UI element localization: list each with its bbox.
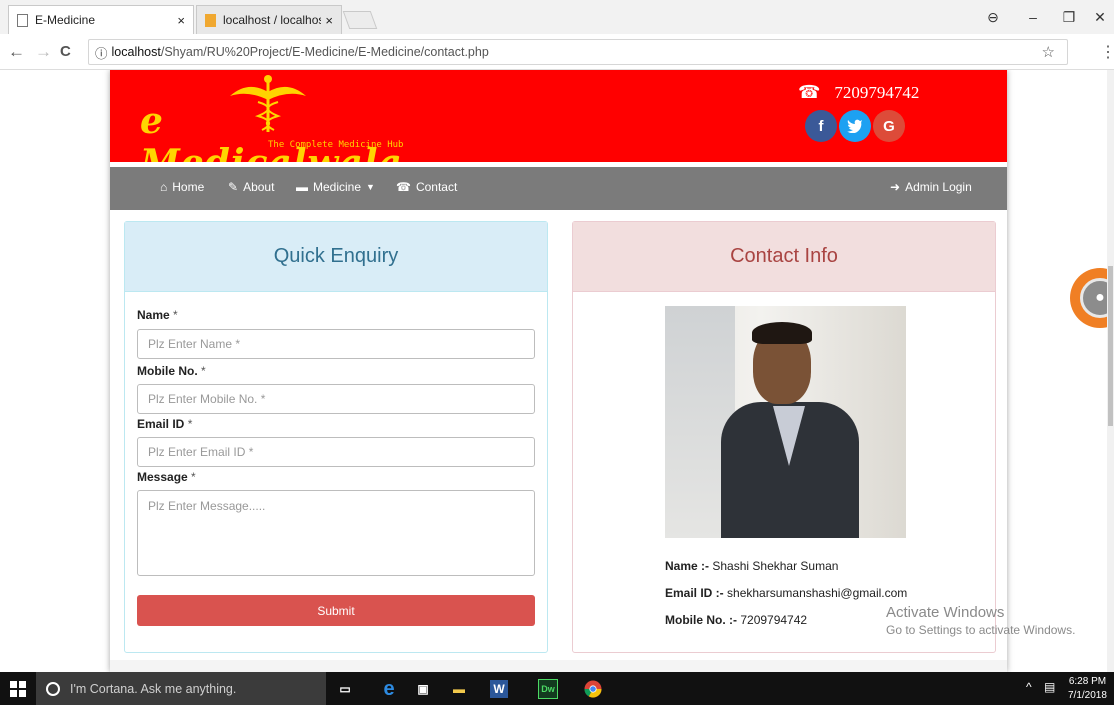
scrollbar-thumb[interactable] (1108, 266, 1113, 426)
site-info-icon[interactable]: ⓘ (95, 43, 108, 62)
contact-mobile: Mobile No. :- 7209794742 (665, 613, 808, 627)
nav-contact[interactable]: ☎ Contact (396, 180, 457, 194)
word-icon[interactable]: W (490, 680, 508, 698)
maximize-button[interactable]: ❐ (1054, 0, 1084, 34)
url-input[interactable]: ⓘ localhost/Shyam/RU%20Project/E-Medicin… (88, 39, 1068, 65)
nav-admin-login[interactable]: ➜ Admin Login (890, 180, 972, 194)
bed-icon: ▬ (296, 180, 308, 194)
nav-home-label: Home (172, 180, 205, 194)
phone-number: 7209794742 (834, 82, 920, 102)
caret-down-icon: ▼ (366, 182, 375, 192)
cortana-icon (46, 681, 60, 696)
email-input[interactable] (137, 437, 535, 467)
address-bar-row: ← → C ⓘ localhost/Shyam/RU%20Project/E-M… (0, 34, 1114, 70)
task-view-icon[interactable]: ▭ (334, 678, 356, 700)
tab-close-icon[interactable]: × (177, 13, 185, 28)
home-icon: ⌂ (160, 180, 168, 194)
contact-photo (665, 306, 906, 538)
cortana-placeholder: I'm Cortana. Ask me anything. (70, 681, 237, 696)
contact-name: Name :- Shashi Shekhar Suman (665, 559, 839, 573)
clock-date: 7/1/2018 (1068, 690, 1107, 701)
store-icon[interactable]: ▣ (412, 678, 434, 700)
account-icon[interactable]: ⊖ (978, 0, 1008, 34)
tab-title: localhost / localhost / e_ (223, 13, 322, 27)
site-container: e Medicalwala The Complete Medicine Hub … (110, 70, 1007, 672)
minimize-button[interactable]: – (1018, 0, 1048, 34)
submit-button[interactable]: Submit (137, 595, 535, 626)
contact-info-panel: Contact Info Name :- Shashi Shekhar Suma… (572, 221, 996, 653)
name-input[interactable] (137, 329, 535, 359)
nav-home[interactable]: ⌂ Home (160, 180, 204, 194)
site-logo[interactable]: e Medicalwala The Complete Medicine Hub (140, 75, 410, 184)
site-header: e Medicalwala The Complete Medicine Hub … (110, 70, 1007, 184)
nav-medicine-label: Medicine (313, 180, 362, 194)
nav-contact-label: Contact (415, 180, 458, 194)
chrome-icon[interactable] (582, 678, 604, 700)
login-icon: ➜ (890, 180, 901, 194)
windows-taskbar: I'm Cortana. Ask me anything. ▭ e ▣ ▬ W … (0, 672, 1114, 705)
phpmyadmin-icon (205, 13, 216, 27)
chrome-logo-icon (584, 680, 602, 698)
page-icon (17, 13, 28, 27)
bookmark-star-icon[interactable]: ☆ (1042, 43, 1055, 61)
cortana-search[interactable]: I'm Cortana. Ask me anything. (36, 672, 326, 705)
pencil-icon: ✎ (228, 180, 239, 194)
twitter-bird-icon (847, 119, 863, 133)
reload-button[interactable]: C (60, 43, 71, 60)
phone-icon: ☎ (396, 180, 411, 194)
file-explorer-icon[interactable]: ▬ (448, 678, 470, 700)
mobile-label: Mobile No. * (137, 364, 206, 378)
contact-info-title: Contact Info (573, 222, 995, 292)
windows-start-icon[interactable] (10, 681, 26, 697)
new-tab-button[interactable] (342, 11, 378, 29)
quick-enquiry-panel: Quick Enquiry Name * Mobile No. * Email … (124, 221, 548, 653)
browser-tab-bar: E-Medicine × localhost / localhost / e_ … (0, 0, 1114, 34)
google-plus-icon[interactable]: G (873, 110, 905, 142)
page-viewport: e Medicalwala The Complete Medicine Hub … (0, 70, 1114, 672)
tab-phpmyadmin[interactable]: localhost / localhost / e_ × (196, 5, 342, 34)
tray-chevron-icon[interactable]: ^ (1026, 680, 1032, 694)
tab-e-medicine[interactable]: E-Medicine × (8, 5, 194, 34)
phone-icon: ☎ (798, 82, 821, 102)
contact-email: Email ID :- shekharsumanshashi@gmail.com (665, 586, 908, 600)
url-host: localhost (111, 45, 161, 59)
page-scrollbar[interactable] (1107, 70, 1114, 672)
mobile-input[interactable] (137, 384, 535, 414)
browser-menu-icon[interactable]: ⋮ (1100, 42, 1114, 62)
main-navbar: ⌂ Home ✎ About ▬ Medicine ▼ ☎ Contact ➜ … (110, 167, 1007, 210)
facebook-icon[interactable]: f (805, 110, 837, 142)
logo-tagline: The Complete Medicine Hub (268, 140, 404, 150)
twitter-icon[interactable] (839, 110, 871, 142)
message-textarea[interactable] (137, 490, 535, 576)
notification-icon[interactable]: ▤ (1044, 680, 1055, 694)
activate-windows-watermark: Activate Windows Go to Settings to activ… (886, 604, 1076, 637)
tab-close-icon[interactable]: × (325, 13, 333, 28)
nav-about[interactable]: ✎ About (228, 180, 274, 194)
footer-peek (110, 660, 1007, 672)
dreamweaver-icon[interactable]: Dw (538, 679, 558, 699)
header-phone: ☎ 7209794742 (798, 82, 919, 103)
taskbar-clock[interactable]: 6:28 PM 7/1/2018 (1068, 675, 1107, 703)
quick-enquiry-title: Quick Enquiry (125, 222, 547, 292)
nav-medicine-dropdown[interactable]: ▬ Medicine ▼ (296, 180, 375, 194)
nav-admin-label: Admin Login (905, 180, 972, 194)
name-label: Name * (137, 308, 178, 322)
email-label: Email ID * (137, 417, 193, 431)
back-button[interactable]: ← (8, 42, 25, 62)
social-links: f G (805, 110, 905, 142)
edge-icon[interactable]: e (378, 678, 400, 700)
url-path: /Shyam/RU%20Project/E-Medicine/E-Medicin… (160, 45, 489, 59)
tab-title: E-Medicine (35, 13, 96, 27)
forward-button[interactable]: → (35, 42, 52, 62)
clock-time: 6:28 PM (1068, 676, 1107, 687)
message-label: Message * (137, 470, 196, 484)
nav-about-label: About (243, 180, 275, 194)
close-window-button[interactable]: ✕ (1086, 0, 1114, 34)
